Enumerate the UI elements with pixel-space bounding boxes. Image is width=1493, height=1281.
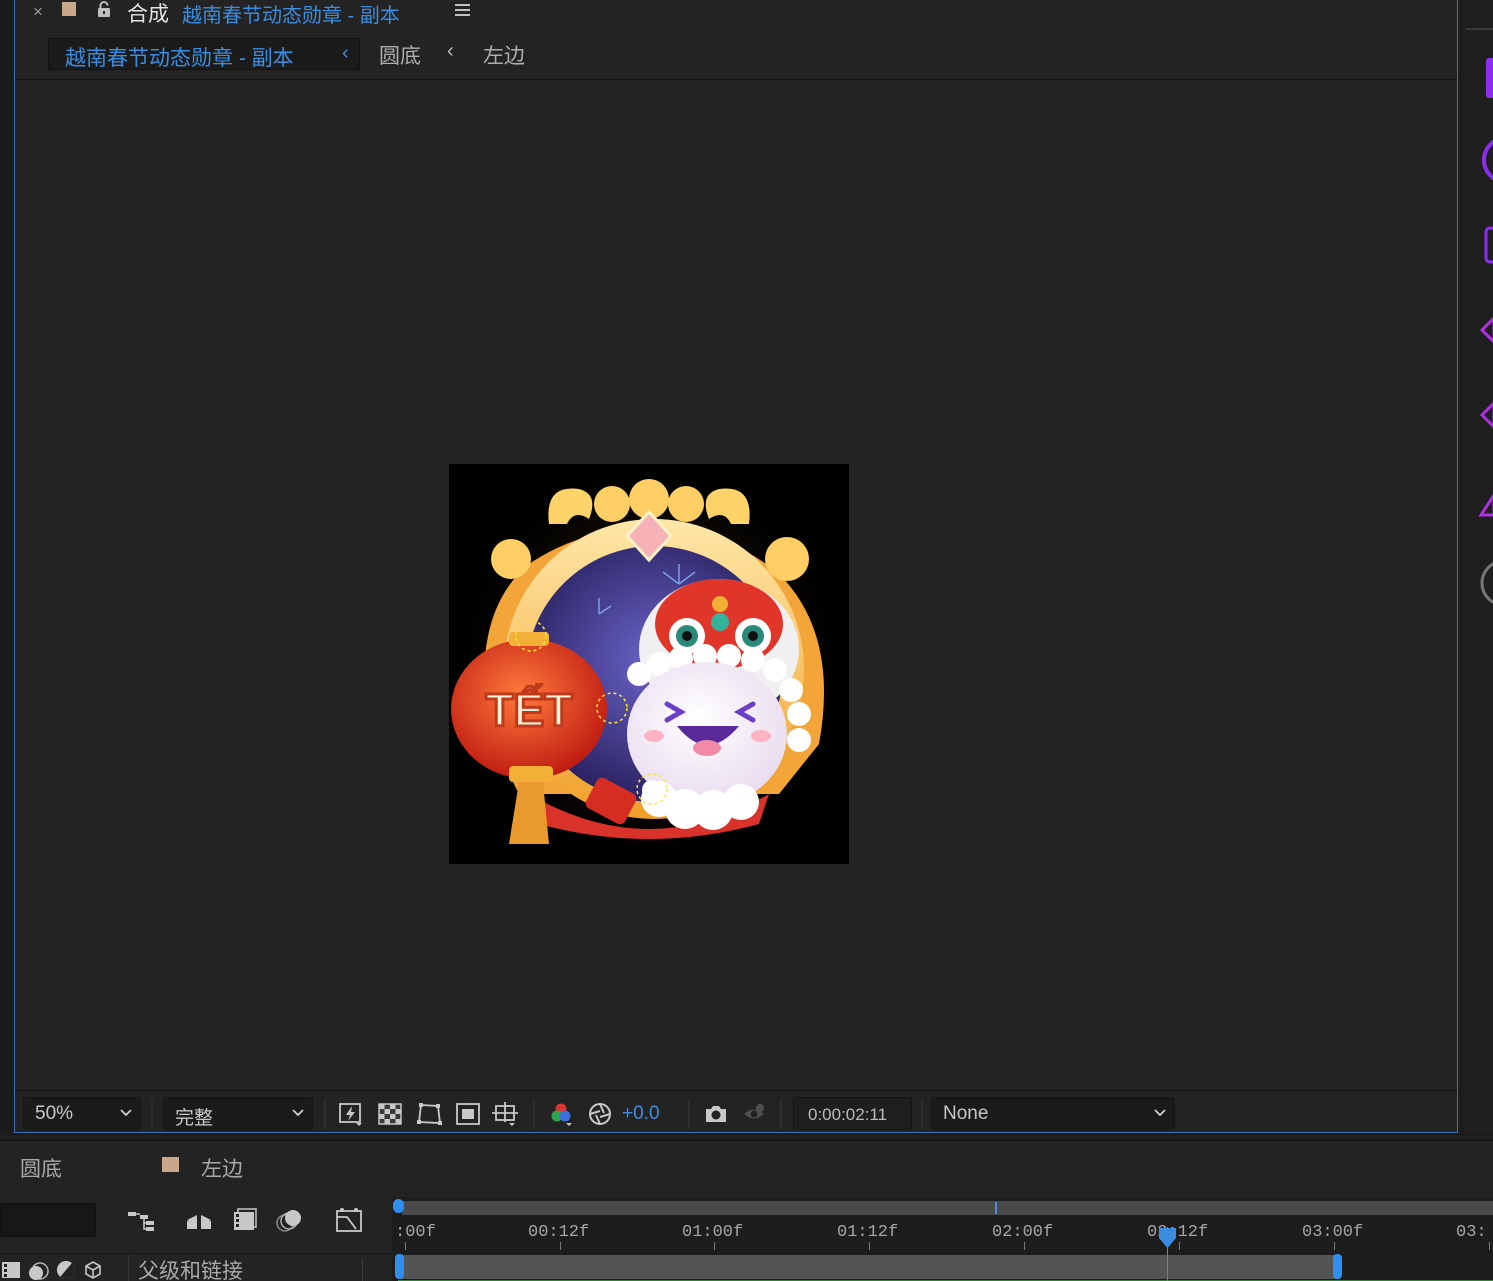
resolution-value: 完整 xyxy=(175,1108,214,1129)
color-channels-icon[interactable] xyxy=(548,1101,574,1127)
time-navigator-marker xyxy=(995,1202,997,1214)
zoom-dropdown[interactable]: 50% xyxy=(23,1097,141,1130)
composition-viewer[interactable]: TẾT xyxy=(15,81,1457,1089)
frame-blending-icon[interactable] xyxy=(230,1207,260,1233)
ruler-tick-label: 00:12f xyxy=(528,1223,590,1242)
work-area-start-handle[interactable] xyxy=(395,1254,404,1279)
work-area-bar[interactable] xyxy=(398,1255,1340,1279)
time-ruler[interactable]: :00f 00:12f 01:00f 01:12f 02:00f 02:12f … xyxy=(392,1197,1493,1281)
panel-tab-row: × 合成 越南春节动态勋章 - 副本 xyxy=(15,0,1457,28)
column-divider[interactable] xyxy=(362,1259,363,1281)
breadcrumb-label: 越南春节动态勋章 - 副本 xyxy=(65,47,294,70)
region-of-interest-icon[interactable] xyxy=(455,1101,481,1127)
close-icon[interactable]: × xyxy=(33,2,43,22)
label-color-swatch[interactable] xyxy=(62,2,76,16)
tet-badge-text: TẾT xyxy=(486,684,573,736)
ruler-tick-label: 02:12f xyxy=(1147,1223,1209,1242)
left-dock-edge xyxy=(0,0,10,1133)
label-color-swatch xyxy=(162,1157,179,1172)
playhead-icon[interactable] xyxy=(1158,1227,1177,1249)
breadcrumb-item-round-base[interactable]: 圆底 xyxy=(379,40,421,70)
lock-icon[interactable] xyxy=(95,0,113,18)
snapshot-camera-icon[interactable] xyxy=(703,1101,729,1127)
exposure-icon[interactable] xyxy=(587,1101,613,1127)
layer-switch-icons[interactable] xyxy=(0,1256,110,1281)
resolution-dropdown[interactable]: 完整 xyxy=(163,1097,313,1130)
ruler-tick-label: 03:00f xyxy=(1302,1223,1364,1242)
timeline-tab-round-base[interactable]: 圆底 xyxy=(20,1153,62,1183)
time-navigator-start-handle[interactable] xyxy=(393,1199,404,1213)
graph-editor-icon[interactable] xyxy=(334,1207,364,1233)
chevron-left-icon: ‹ xyxy=(447,40,454,62)
breadcrumb-item-left[interactable]: 左边 xyxy=(483,40,525,70)
parent-link-column-header[interactable]: 父级和链接 xyxy=(138,1255,243,1281)
mask-outline-icon[interactable] xyxy=(416,1101,442,1127)
breadcrumb: 越南春节动态勋章 - 副本 ‹ 圆底 ‹ 左边 xyxy=(15,28,1457,80)
composition-flowchart-icon[interactable] xyxy=(126,1207,156,1233)
ruler-tick-label: 03: xyxy=(1456,1223,1487,1242)
fast-preview-icon[interactable] xyxy=(338,1101,364,1127)
ruler-tick-label: 01:12f xyxy=(837,1223,899,1242)
draft-3d-icon[interactable] xyxy=(184,1207,214,1233)
work-area-end-handle[interactable] xyxy=(1333,1254,1342,1279)
exposure-value[interactable]: +0.0 xyxy=(622,1103,660,1125)
guides-icon[interactable] xyxy=(492,1101,518,1127)
tet-badge-illustration: TẾT xyxy=(449,464,849,864)
right-panel-shape-icons xyxy=(1478,58,1493,604)
show-snapshot-icon[interactable] xyxy=(741,1101,767,1127)
chevron-down-icon xyxy=(292,1109,304,1117)
layer-search-input[interactable] xyxy=(0,1203,96,1237)
composition-artwork[interactable]: TẾT xyxy=(449,464,849,864)
panel-tab-prefix[interactable]: 合成 xyxy=(127,0,169,28)
panel-tab-comp-name[interactable]: 越南春节动态勋章 - 副本 xyxy=(182,0,400,28)
current-time-display[interactable]: 0:00:02:11 xyxy=(793,1097,912,1130)
view-option-value: None xyxy=(943,1103,989,1124)
ruler-tick-label: 02:00f xyxy=(992,1223,1054,1242)
zoom-value: 50% xyxy=(35,1103,74,1124)
ruler-tick-label: :00f xyxy=(395,1223,436,1242)
timeline-panel: 圆底 左边 父级和链接:00f 00:12f 01:00f 01:12f 02… xyxy=(0,1140,1493,1281)
composition-panel: × 合成 越南春节动态勋章 - 副本 越南春节动态勋章 - 副本 ‹ 圆底 ‹ … xyxy=(14,0,1458,1133)
panel-menu-icon[interactable] xyxy=(455,4,470,18)
chevron-down-icon xyxy=(120,1109,132,1117)
transparency-grid-icon[interactable] xyxy=(377,1101,403,1127)
ruler-tick-label: 01:00f xyxy=(682,1223,744,1242)
timeline-tab-left[interactable]: 左边 xyxy=(201,1153,243,1183)
breadcrumb-item-active[interactable]: 越南春节动态勋章 - 副本 ‹ xyxy=(48,38,360,70)
view-option-dropdown[interactable]: None xyxy=(931,1097,1175,1130)
right-dock-panel xyxy=(1464,0,1493,1133)
chevron-left-icon: ‹ xyxy=(342,42,349,64)
chevron-down-icon xyxy=(1154,1109,1166,1117)
timecode-value: 0:00:02:11 xyxy=(808,1105,888,1124)
viewer-toolbar: 50% 完整 +0.0 0:00:02:11 None xyxy=(15,1090,1457,1132)
column-divider[interactable] xyxy=(128,1255,129,1281)
motion-blur-icon[interactable] xyxy=(275,1207,305,1233)
time-navigator-bar[interactable] xyxy=(402,1201,1493,1215)
